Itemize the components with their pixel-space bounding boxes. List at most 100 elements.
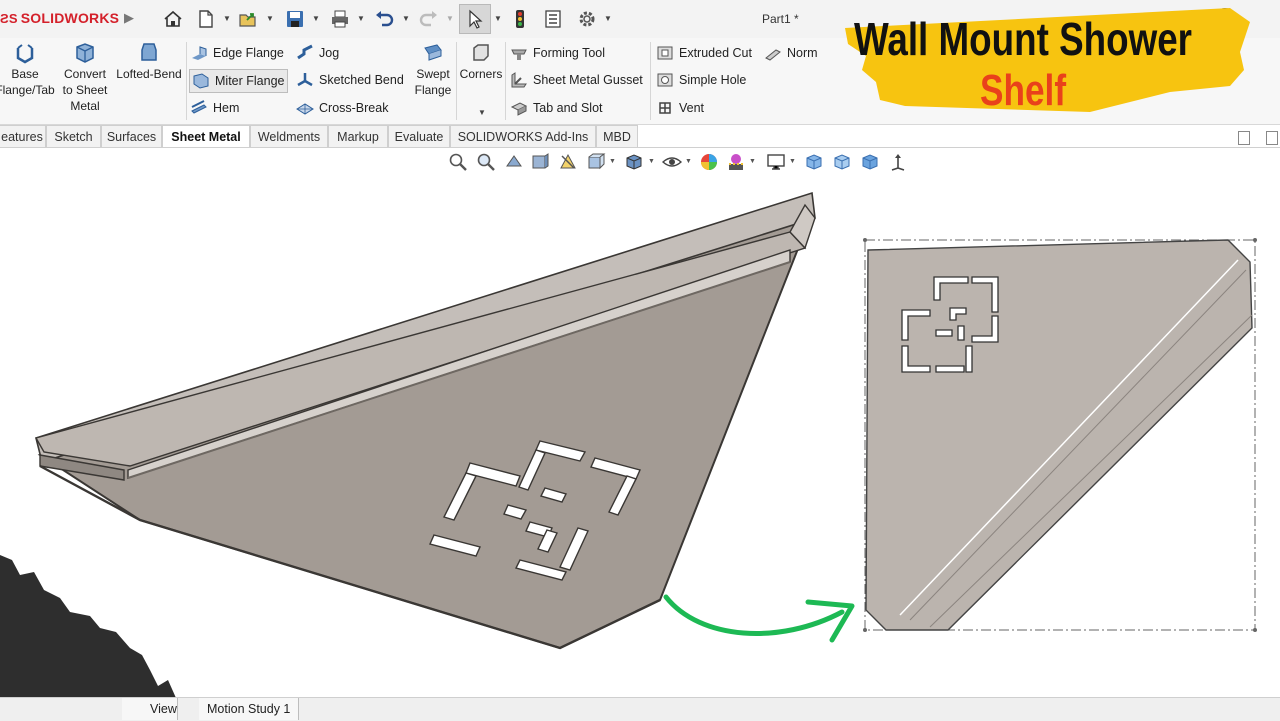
- normal-cut-label: Norm: [787, 46, 818, 60]
- viewport-split-left-button[interactable]: [1238, 131, 1250, 145]
- simple-hole-label: Simple Hole: [679, 73, 747, 87]
- previous-view-icon[interactable]: [504, 152, 524, 172]
- viewport-split-right-button[interactable]: [1266, 131, 1278, 145]
- tab-markup[interactable]: Markup: [328, 125, 388, 147]
- miter-flange-icon: [193, 73, 209, 89]
- tab-surfaces[interactable]: Surfaces: [101, 125, 162, 147]
- swept-flange-button[interactable]: Swept Flange: [410, 42, 456, 98]
- normal-cut-icon: [765, 49, 781, 61]
- sketched-bend-icon: [297, 73, 313, 87]
- edge-flange-icon: [192, 46, 207, 60]
- tab-sheet-metal[interactable]: Sheet Metal: [162, 125, 250, 147]
- convert-to-sheet-metal-button[interactable]: Convert to Sheet Metal: [58, 42, 112, 114]
- command-manager-tabs: eatures Sketch Surfaces Sheet Metal Weld…: [0, 125, 1280, 147]
- bottom-tab-bar: View Motion Study 1: [0, 697, 1280, 721]
- view-orientation-icon[interactable]: [586, 152, 606, 172]
- simple-hole-icon: [657, 73, 673, 87]
- tab-features[interactable]: eatures: [0, 125, 46, 147]
- extruded-cut-label: Extruded Cut: [679, 46, 752, 60]
- dynamic-annotation-icon[interactable]: [558, 152, 578, 172]
- apply-scene-icon[interactable]: [726, 152, 746, 172]
- normal-cut-button[interactable]: Norm: [764, 42, 818, 64]
- rebuild-icon[interactable]: [509, 8, 531, 30]
- view-cube-right-icon[interactable]: [860, 152, 880, 172]
- undo-icon[interactable]: [373, 8, 395, 30]
- triad-icon[interactable]: [888, 152, 908, 172]
- options-icon[interactable]: [576, 8, 598, 30]
- section-view-icon[interactable]: [530, 152, 550, 172]
- convert-sheet-metal-icon: [76, 43, 94, 63]
- miter-flange-button[interactable]: Miter Flange: [189, 69, 289, 93]
- forming-tool-button[interactable]: Forming Tool: [510, 42, 605, 64]
- solidworks-logo[interactable]: ƧS SOLIDWORKS: [0, 10, 119, 26]
- cross-break-button[interactable]: Cross-Break: [296, 97, 388, 119]
- jog-button[interactable]: Jog: [296, 42, 339, 64]
- save-icon[interactable]: [284, 8, 306, 30]
- gusset-label: Sheet Metal Gusset: [533, 73, 643, 87]
- vent-icon: [659, 102, 671, 114]
- select-button[interactable]: [459, 4, 491, 34]
- tab-solidworks-add-ins[interactable]: SOLIDWORKS Add-Ins: [450, 125, 596, 147]
- jog-label: Jog: [319, 46, 340, 60]
- extruded-cut-icon: [657, 46, 673, 60]
- home-icon[interactable]: [162, 8, 184, 30]
- lofted-bend-button[interactable]: Lofted-Bend: [113, 42, 185, 82]
- sketched-bend-label: Sketched Bend: [319, 73, 404, 87]
- document-title: Part1 *: [762, 12, 799, 26]
- corners-button[interactable]: Corners: [458, 42, 504, 82]
- file-properties-icon[interactable]: [542, 8, 564, 30]
- open-icon[interactable]: [237, 8, 259, 30]
- sheet-metal-gusset-button[interactable]: Sheet Metal Gusset: [510, 69, 643, 91]
- simple-hole-button[interactable]: Simple Hole: [656, 69, 746, 91]
- convert-label: Convert to Sheet Metal: [62, 67, 108, 113]
- green-arrow-icon: [663, 594, 855, 643]
- flat-pattern-view[interactable]: [863, 238, 1257, 632]
- cross-break-label: Cross-Break: [319, 101, 389, 115]
- lofted-bend-icon: [141, 43, 157, 61]
- tab-evaluate[interactable]: Evaluate: [388, 125, 450, 147]
- tab-mbd[interactable]: MBD: [596, 125, 638, 147]
- swept-flange-label: Swept Flange: [414, 67, 452, 97]
- edit-appearance-icon[interactable]: [699, 152, 719, 172]
- hem-label: Hem: [213, 101, 240, 115]
- brush-stroke-decoration: [0, 555, 176, 698]
- tab-motion-study-1[interactable]: Motion Study 1: [199, 698, 300, 720]
- corners-dropdown-arrow[interactable]: ▼: [478, 108, 486, 117]
- hem-icon: [191, 100, 207, 114]
- tab-slot-label: Tab and Slot: [533, 101, 603, 115]
- jog-icon: [297, 44, 313, 60]
- forming-tool-icon: [511, 49, 527, 60]
- edge-flange-button[interactable]: Edge Flange: [190, 42, 284, 64]
- tab-weldments[interactable]: Weldments: [250, 125, 328, 147]
- corners-label: Corners: [459, 67, 503, 81]
- tab-sketch[interactable]: Sketch: [46, 125, 101, 147]
- print-icon[interactable]: [329, 8, 351, 30]
- overlay-title-line1: Wall Mount Shower: [854, 13, 1192, 65]
- zoom-to-fit-icon[interactable]: [448, 152, 468, 172]
- view-settings-icon[interactable]: [766, 152, 786, 172]
- tab-3d-views[interactable]: View: [122, 698, 178, 720]
- tab-and-slot-button[interactable]: Tab and Slot: [510, 97, 603, 119]
- lofted-bend-label: Lofted-Bend: [116, 67, 182, 81]
- menu-expand-arrow[interactable]: ▶: [124, 10, 134, 26]
- graphics-area[interactable]: [0, 178, 1280, 698]
- new-document-icon[interactable]: [195, 8, 217, 30]
- shelf-3d-model[interactable]: [34, 191, 816, 650]
- zoom-to-area-icon[interactable]: [476, 152, 496, 172]
- base-flange-button[interactable]: Base Flange/Tab: [0, 42, 56, 98]
- extruded-cut-button[interactable]: Extruded Cut: [656, 42, 752, 64]
- sketched-bend-button[interactable]: Sketched Bend: [296, 69, 404, 91]
- corners-icon: [473, 44, 489, 61]
- display-style-icon[interactable]: [624, 152, 644, 172]
- hide-show-items-icon[interactable]: [662, 152, 682, 172]
- tab-slot-icon: [510, 102, 528, 116]
- hem-button[interactable]: Hem: [190, 97, 239, 119]
- cross-break-icon: [296, 103, 314, 115]
- heads-up-view-toolbar: ▼ ▼ ▼ ▼ ▼: [448, 150, 918, 176]
- view-cube-top-icon[interactable]: [832, 152, 852, 172]
- miter-flange-label: Miter Flange: [215, 74, 285, 88]
- vent-button[interactable]: Vent: [656, 97, 704, 119]
- view-cube-front-icon[interactable]: [804, 152, 824, 172]
- forming-tool-label: Forming Tool: [533, 46, 606, 60]
- redo-icon[interactable]: [418, 8, 440, 30]
